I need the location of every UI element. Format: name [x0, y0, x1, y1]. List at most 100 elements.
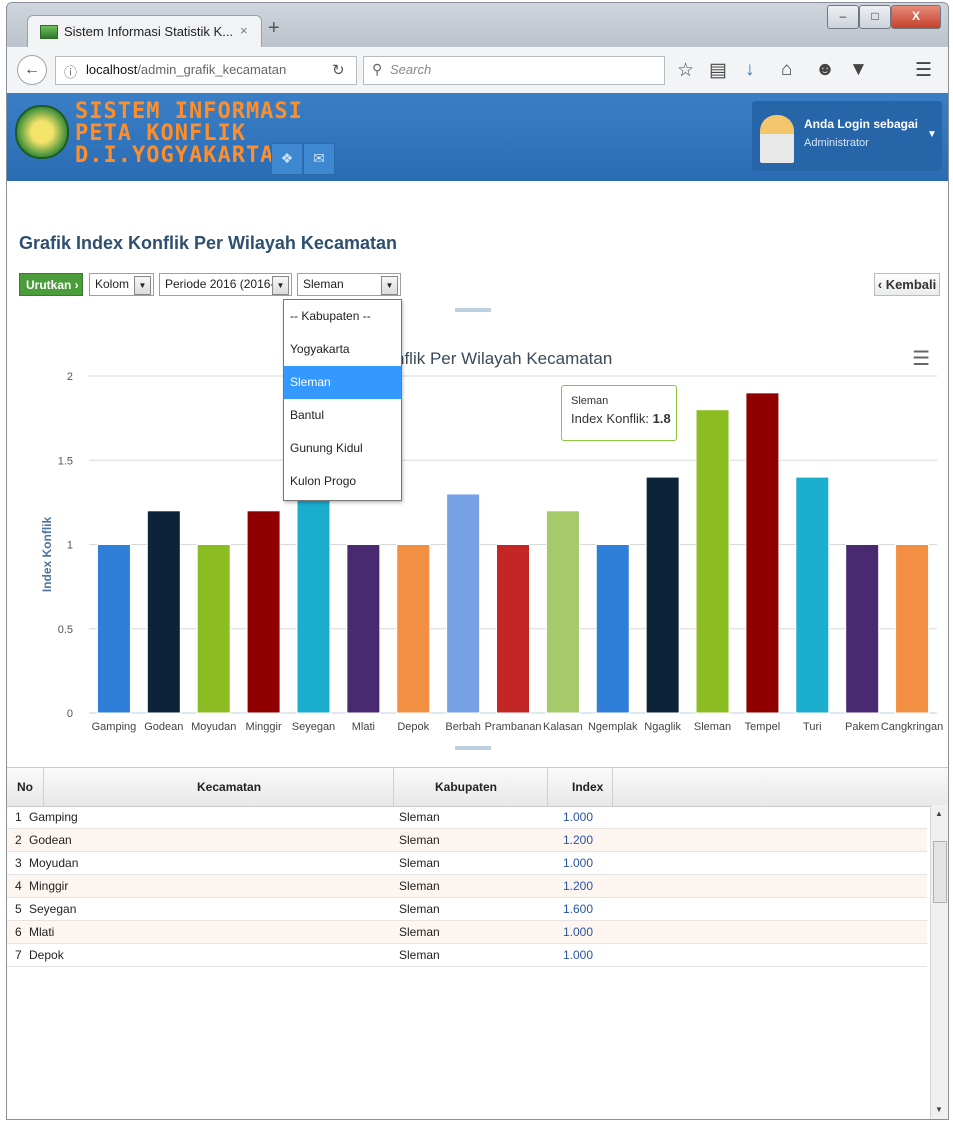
chart-bar[interactable] — [396, 544, 431, 714]
address-bar[interactable]: ⓘ localhost/admin_grafik_kecamatan ↻ — [55, 56, 357, 85]
chart-tooltip: Sleman Index Konflik: 1.8 — [561, 385, 677, 441]
row-no: 6 — [15, 925, 22, 939]
table-row[interactable]: 3 Moyudan Sleman 1.000 — [7, 852, 927, 875]
chart-bar[interactable] — [745, 392, 780, 714]
chart-bar[interactable] — [895, 544, 930, 714]
chat-bubble-icon[interactable]: ❖ — [271, 143, 303, 175]
x-tick-label: Pakem — [845, 721, 879, 733]
dropdown-option[interactable]: Sleman — [284, 366, 401, 399]
dropdown-option[interactable]: Yogyakarta — [284, 333, 401, 366]
download-icon[interactable]: ↓ — [745, 59, 755, 81]
app-title: SISTEM INFORMASI PETA KONFLIK D.I.YOGYAK… — [75, 99, 303, 168]
browser-tab[interactable]: Sistem Informasi Statistik K... × — [27, 15, 262, 48]
back-arrow-icon[interactable]: ← — [17, 55, 47, 85]
y-tick-label: 1.5 — [58, 455, 73, 467]
chart-menu-icon[interactable]: ☰ — [912, 346, 930, 371]
chart-bar[interactable] — [496, 544, 530, 714]
menu-icon[interactable]: ☰ — [915, 59, 932, 82]
chart-bar[interactable] — [545, 510, 580, 714]
dropdown-option[interactable]: -- Kabupaten -- — [284, 300, 401, 333]
info-icon[interactable]: ⓘ — [64, 62, 77, 81]
user-menu[interactable]: Anda Login sebagai Administrator ▼ — [752, 101, 942, 171]
table-row[interactable]: 6 Mlati Sleman 1.000 — [7, 921, 927, 944]
chevron-down-icon: ▼ — [381, 276, 398, 295]
table-row[interactable]: 7 Depok Sleman 1.000 — [7, 944, 927, 967]
tab-title: Sistem Informasi Statistik K... — [64, 24, 234, 39]
x-tick-label: Ngemplak — [588, 721, 638, 733]
tab-close-icon[interactable]: × — [240, 23, 248, 38]
minimize-button[interactable]: – — [827, 5, 859, 29]
chart-bar[interactable] — [96, 544, 131, 714]
period-select[interactable]: Periode 2016 (2016-4) ▼ — [159, 273, 292, 296]
home-icon[interactable]: ⌂ — [781, 59, 792, 81]
dropdown-option[interactable]: Bantul — [284, 399, 401, 432]
x-tick-label: Ngaglik — [644, 721, 681, 733]
chart-bar[interactable] — [595, 544, 630, 714]
page-content: Grafik Index Konflik Per Wilayah Kecamat… — [7, 181, 948, 1119]
avatar — [760, 115, 794, 163]
table-row[interactable]: 4 Minggir Sleman 1.200 — [7, 875, 927, 898]
y-axis-label: Index Konflik — [40, 517, 54, 593]
table-header: No Kecamatan Kabupaten Index — [7, 767, 948, 807]
chart-bar[interactable] — [795, 476, 830, 714]
chart-bar[interactable] — [196, 544, 231, 714]
chart-bar[interactable] — [146, 510, 181, 714]
chat-icon[interactable]: ☻ — [815, 59, 835, 81]
row-kecamatan: Gamping — [29, 810, 78, 824]
chart-bar[interactable] — [695, 409, 730, 714]
sort-button[interactable]: Urutkan › — [19, 273, 83, 296]
chart-bar[interactable] — [346, 544, 381, 714]
kabupaten-select[interactable]: Sleman ▼ — [297, 273, 401, 296]
page-title: Grafik Index Konflik Per Wilayah Kecamat… — [19, 233, 397, 253]
reading-list-icon[interactable]: ▤ — [709, 59, 727, 82]
pocket-icon[interactable]: ▼ — [849, 59, 868, 81]
row-kabupaten: Sleman — [399, 810, 440, 824]
user-role: Administrator — [804, 137, 869, 149]
row-kecamatan: Moyudan — [29, 856, 79, 870]
table-row[interactable]: 1 Gamping Sleman 1.000 — [7, 806, 927, 829]
scrollbar-thumb[interactable] — [933, 841, 947, 903]
resize-handle[interactable] — [455, 308, 491, 312]
x-tick-label: Prambanan — [485, 721, 542, 733]
column-header-kabupaten[interactable]: Kabupaten — [435, 780, 497, 794]
column-header-index[interactable]: Index — [572, 780, 603, 794]
bookmark-star-icon[interactable]: ☆ — [677, 59, 694, 82]
table-row[interactable]: 5 Seyegan Sleman 1.600 — [7, 898, 927, 921]
browser-window: Sistem Informasi Statistik K... × + – □ … — [6, 2, 949, 1120]
chart-title: nflik Per Wilayah Kecamatan — [395, 349, 612, 368]
chart-bar[interactable] — [845, 544, 880, 714]
row-index: 1.000 — [563, 925, 594, 939]
row-kabupaten: Sleman — [399, 902, 440, 916]
x-tick-label: Berbah — [445, 721, 480, 733]
row-index: 1.600 — [563, 902, 594, 916]
dropdown-option[interactable]: Gunung Kidul — [284, 432, 401, 465]
x-tick-label: Seyegan — [292, 721, 335, 733]
app-header: SISTEM INFORMASI PETA KONFLIK D.I.YOGYAK… — [7, 93, 948, 181]
chevron-down-icon: ▼ — [927, 129, 937, 140]
row-kabupaten: Sleman — [399, 856, 440, 870]
chart-area: nflik Per Wilayah Kecamatan 0 0.5 1 1.5 2 Inde… — [7, 306, 948, 754]
close-window-button[interactable]: X — [891, 5, 941, 29]
resize-handle[interactable] — [455, 746, 491, 750]
column-header-no[interactable]: No — [17, 780, 33, 794]
chart-bar[interactable] — [246, 510, 281, 714]
column-header-kecamatan[interactable]: Kecamatan — [197, 780, 261, 794]
maximize-button[interactable]: □ — [859, 5, 891, 29]
dropdown-option[interactable]: Kulon Progo — [284, 465, 401, 498]
back-button[interactable]: ‹ Kembali — [874, 273, 940, 296]
chart-bar[interactable] — [645, 476, 680, 714]
new-tab-button[interactable]: + — [268, 17, 280, 40]
tooltip-value: Index Konflik: 1.8 — [571, 411, 671, 426]
row-index: 1.000 — [563, 856, 594, 870]
row-no: 2 — [15, 833, 22, 847]
mail-icon[interactable]: ✉ — [303, 143, 335, 175]
chart-bar[interactable] — [446, 493, 481, 714]
table-scrollbar[interactable]: ▲ ▼ — [930, 805, 948, 1119]
reload-icon[interactable]: ↻ — [332, 61, 345, 79]
chart-type-select[interactable]: Kolom ▼ — [89, 273, 154, 296]
row-no: 5 — [15, 902, 22, 916]
row-index: 1.200 — [563, 879, 594, 893]
search-input[interactable]: ⚲ Search — [363, 56, 665, 85]
table-row[interactable]: 2 Godean Sleman 1.200 — [7, 829, 927, 852]
x-tick-label: Godean — [144, 721, 183, 733]
